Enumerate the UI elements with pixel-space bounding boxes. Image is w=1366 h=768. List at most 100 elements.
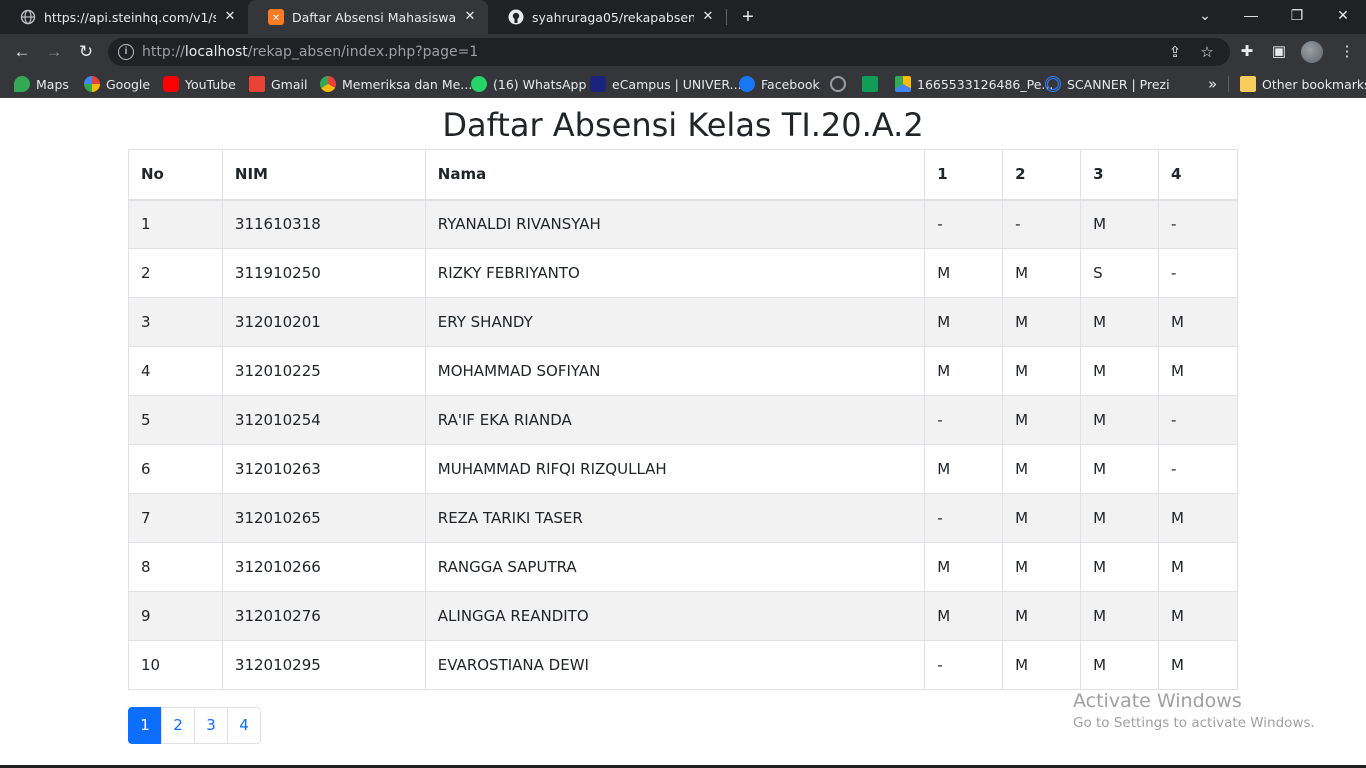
extensions-icon[interactable]: ✚ [1238,43,1256,61]
table-cell: 9 [128,591,223,641]
column-header: 1 [924,149,1004,201]
bookmark-google[interactable]: Google [84,70,150,98]
bookmarks-separator [1228,76,1229,92]
table-cell: M [1080,542,1160,592]
bookmark-globe[interactable] [830,70,852,98]
table-cell: M [924,346,1004,396]
tab-search-chevron-icon[interactable]: ⌄ [1182,0,1228,34]
table-cell: M [1002,591,1082,641]
page-link-3[interactable]: 3 [194,707,228,744]
table-cell: M [1158,591,1238,641]
minimize-button[interactable]: — [1228,0,1274,34]
table-cell: M [924,297,1004,347]
table-cell: 8 [128,542,223,592]
close-icon[interactable]: ✕ [462,9,478,25]
bookmark-youtube[interactable]: YouTube [163,70,236,98]
table-cell: 312010201 [221,297,426,347]
tab-github[interactable]: syahruraga05/rekapabsen ✕ [488,0,726,34]
browser-toolbar: ← → ↻ i http://localhost/rekap_absen/ind… [0,34,1366,70]
attendance-table: No NIM Nama 1 2 3 4 1 311610318 RYANALDI RIVANSY… [128,149,1238,690]
github-icon [508,9,524,25]
site-info-icon[interactable]: i [118,44,134,60]
table-cell: 312010263 [221,444,426,494]
window-close-button[interactable]: ✕ [1320,0,1366,34]
table-row: 2 311910250 RIZKY FEBRIYANTO M M S - [128,248,1238,298]
bookmarks-overflow-chevron-icon[interactable]: » [1208,70,1217,98]
back-button[interactable]: ← [10,40,34,64]
table-cell: MOHAMMAD SOFIYAN [424,346,926,396]
table-cell: ALINGGA REANDITO [424,591,926,641]
table-cell: M [1158,297,1238,347]
forward-button[interactable]: → [42,40,66,64]
bookmark-ecampus[interactable]: eCampus | UNIVER... [590,70,742,98]
ecampus-icon [590,76,606,92]
bookmark-whatsapp[interactable]: (16) WhatsApp [471,70,586,98]
table-cell: 6 [128,444,223,494]
tab-steinhq[interactable]: https://api.steinhq.com/v1/storag ✕ [0,0,248,34]
tab-daftar-absensi[interactable]: ✕ Daftar Absensi Mahasiswa TI.20.A ✕ [248,0,488,34]
table-cell: M [1158,493,1238,543]
table-cell: - [1002,199,1082,249]
bookmark-other-bookmarks[interactable]: Other bookmarks [1240,70,1366,98]
gmail-icon [249,76,265,92]
side-panel-icon[interactable]: ▣ [1270,43,1288,61]
table-cell: M [1080,199,1160,249]
table-row: 7 312010265 REZA TARIKI TASER - M M M [128,493,1238,543]
table-cell: M [1080,346,1160,396]
share-icon[interactable]: ⇪ [1166,44,1184,62]
activate-windows-watermark: Activate Windows Go to Settings to activ… [1073,690,1315,734]
tab-separator [726,9,727,25]
bookmark-gmail[interactable]: Gmail [249,70,307,98]
table-cell: M [1080,297,1160,347]
table-cell: M [924,591,1004,641]
bookmark-drive-file[interactable]: 1665533126486_Pe... [895,70,1053,98]
table-cell: M [1002,248,1082,298]
svg-text:✕: ✕ [272,13,280,24]
folder-icon [1240,76,1256,92]
table-cell: 312010295 [221,640,426,690]
bookmark-star-icon[interactable]: ☆ [1198,44,1216,62]
table-body: 1 311610318 RYANALDI RIVANSYAH - - M -2 3119102… [128,199,1238,690]
bookmarks-bar: Maps Google YouTube Gmail Memeriksa dan … [0,70,1366,98]
close-icon[interactable]: ✕ [222,9,238,25]
bookmark-memeriksa[interactable]: Memeriksa dan Me... [320,70,472,98]
bookmark-folder[interactable] [862,70,884,98]
page-title: Daftar Absensi Kelas TI.20.A.2 [442,106,924,144]
table-cell: M [924,542,1004,592]
globe-icon [830,76,846,92]
table-cell: 312010225 [221,346,426,396]
column-header: NIM [221,149,426,201]
page-link-2[interactable]: 2 [161,707,195,744]
table-row: 9 312010276 ALINGGA REANDITO M M M M [128,591,1238,641]
table-cell: 312010254 [221,395,426,445]
bookmark-prezi[interactable]: SCANNER | Prezi [1045,70,1170,98]
xampp-icon: ✕ [268,9,284,25]
page-link-4[interactable]: 4 [227,707,261,744]
watermark-title: Activate Windows [1073,690,1242,712]
table-cell: M [1002,297,1082,347]
profile-avatar[interactable] [1301,41,1323,63]
table-cell: M [924,248,1004,298]
chrome-icon [320,76,336,92]
folder-icon [862,76,878,92]
table-cell: M [1080,444,1160,494]
google-icon [84,76,100,92]
table-cell: 311610318 [221,199,426,249]
table-cell: - [1158,199,1238,249]
table-cell: - [924,493,1004,543]
menu-kebab-icon[interactable]: ⋮ [1338,43,1356,61]
table-header-row: No NIM Nama 1 2 3 4 [128,149,1238,201]
close-icon[interactable]: ✕ [700,9,716,25]
column-header: Nama [424,149,926,201]
reload-button[interactable]: ↻ [74,40,98,64]
new-tab-button[interactable]: + [736,5,760,29]
bookmark-maps[interactable]: Maps [14,70,69,98]
address-bar[interactable]: i http://localhost/rekap_absen/index.php… [108,38,1230,66]
table-cell: 312010276 [221,591,426,641]
bookmark-facebook[interactable]: Facebook [739,70,820,98]
restore-button[interactable]: ❐ [1274,0,1320,34]
globe-icon [20,9,36,25]
maps-icon [14,76,30,92]
watermark-subtitle: Go to Settings to activate Windows. [1073,715,1315,731]
page-link-1[interactable]: 1 [128,707,162,744]
